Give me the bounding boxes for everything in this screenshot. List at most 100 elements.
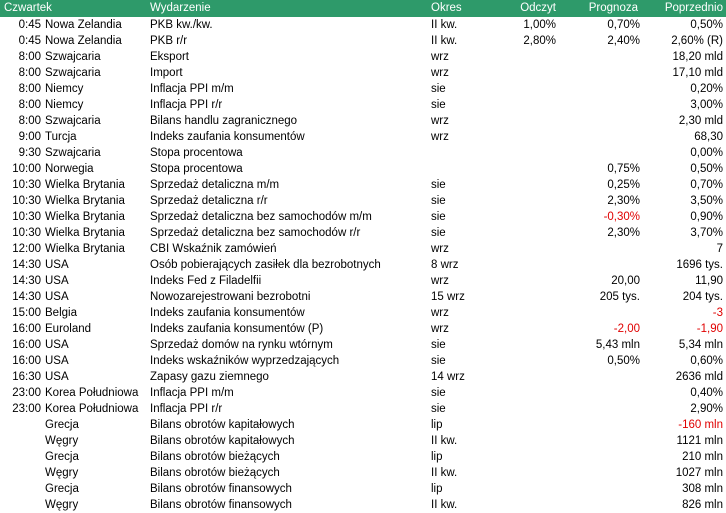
cell-country: USA bbox=[45, 339, 69, 351]
cell-event: Sprzedaż detaliczna bez samochodów r/r bbox=[150, 227, 361, 239]
table-row: 9:30 Szwajcaria Stopa procentowa 0,00% bbox=[0, 145, 726, 161]
cell-country: Belgia bbox=[45, 307, 77, 319]
cell-forecast: 2,40% bbox=[607, 35, 640, 47]
table-row: 0:45 Nowa Zelandia PKB r/r II kw. 2,80% 2,40%… bbox=[0, 33, 726, 49]
cell-event: Nowozarejestrowani bezrobotni bbox=[150, 291, 311, 303]
cell-event: Bilans obrotów finansowych bbox=[150, 483, 292, 495]
cell-previous: 0,20% bbox=[690, 83, 723, 95]
cell-event: Indeks zaufania konsumentów bbox=[150, 131, 305, 143]
cell-previous: 1696 tys. bbox=[676, 259, 723, 271]
cell-time: 9:30 bbox=[18, 147, 41, 159]
cell-previous: -160 mln bbox=[678, 419, 723, 431]
cell-period: 14 wrz bbox=[431, 371, 465, 383]
cell-time: 15:00 bbox=[12, 307, 41, 319]
cell-country: Szwajcaria bbox=[45, 67, 101, 79]
table-row: 23:00 Korea Południowa Inflacja PPI m/m sie… bbox=[0, 385, 726, 401]
cell-event: PKB r/r bbox=[150, 35, 188, 47]
cell-actual: 2,80% bbox=[523, 35, 556, 47]
cell-previous: -1,90 bbox=[696, 323, 723, 335]
cell-forecast: 2,30% bbox=[607, 227, 640, 239]
cell-forecast: 2,30% bbox=[607, 195, 640, 207]
cell-period: sie bbox=[431, 99, 446, 111]
cell-time: 10:30 bbox=[12, 211, 41, 223]
header-event: Wydarzenie bbox=[150, 2, 211, 14]
cell-country: Niemcy bbox=[45, 99, 84, 111]
cell-forecast: 205 tys. bbox=[599, 291, 640, 303]
cell-event: Eksport bbox=[150, 51, 189, 63]
cell-event: Bilans handlu zagranicznego bbox=[150, 115, 298, 127]
table-row: 16:00 USA Sprzedaż domów na rynku wtórnym s… bbox=[0, 337, 726, 353]
cell-event: PKB kw./kw. bbox=[150, 19, 213, 31]
table-row: 12:00 Wielka Brytania CBI Wskaźnik zamówie… bbox=[0, 241, 726, 257]
cell-event: Inflacja PPI r/r bbox=[150, 403, 223, 415]
cell-previous: 2636 mld bbox=[675, 371, 723, 383]
cell-country: Wielka Brytania bbox=[45, 243, 125, 255]
cell-previous: 3,00% bbox=[690, 99, 723, 111]
cell-previous: 2,90% bbox=[690, 403, 723, 415]
cell-period: wrz bbox=[431, 307, 449, 319]
cell-period: wrz bbox=[431, 131, 449, 143]
cell-forecast: -2,00 bbox=[613, 323, 640, 335]
cell-event: Sprzedaż detaliczna m/m bbox=[150, 179, 280, 191]
table-row: 10:30 Wielka Brytania Sprzedaż detaliczna … bbox=[0, 193, 726, 209]
table-row: Węgry Bilans obrotów kapitałowych II kw. 11… bbox=[0, 433, 726, 449]
cell-actual: 1,00% bbox=[523, 19, 556, 31]
cell-time: 8:00 bbox=[18, 99, 41, 111]
cell-previous: 18,20 mld bbox=[672, 51, 723, 63]
cell-previous: 1121 mln bbox=[676, 435, 723, 447]
table-body: 0:45 Nowa Zelandia PKB kw./kw. II kw. 1,00% 0… bbox=[0, 17, 726, 513]
table-row: 8:00 Szwajcaria Eksport wrz 18,20 mld bbox=[0, 49, 726, 65]
cell-event: Stopa procentowa bbox=[150, 147, 243, 159]
cell-period: 15 wrz bbox=[431, 291, 465, 303]
cell-period: sie bbox=[431, 387, 446, 399]
cell-previous: 210 mln bbox=[682, 451, 723, 463]
cell-time: 12:00 bbox=[12, 243, 41, 255]
cell-period: wrz bbox=[431, 323, 449, 335]
cell-previous: 0,50% bbox=[690, 163, 723, 175]
table-row: 10:30 Wielka Brytania Sprzedaż detaliczna … bbox=[0, 225, 726, 241]
cell-time: 0:45 bbox=[18, 35, 41, 47]
table-row: 0:45 Nowa Zelandia PKB kw./kw. II kw. 1,00% 0… bbox=[0, 17, 726, 33]
cell-country: Wielka Brytania bbox=[45, 195, 125, 207]
cell-country: Szwajcaria bbox=[45, 51, 101, 63]
cell-period: wrz bbox=[431, 275, 449, 287]
cell-country: Szwajcaria bbox=[45, 115, 101, 127]
cell-forecast: 5,43 mln bbox=[595, 339, 640, 351]
cell-event: Import bbox=[150, 67, 183, 79]
table-row: 16:00 Euroland Indeks zaufania konsumentów… bbox=[0, 321, 726, 337]
table-row: Grecja Bilans obrotów bieżących lip 210 mln bbox=[0, 449, 726, 465]
table-row: 9:00 Turcja Indeks zaufania konsumentów wrz… bbox=[0, 129, 726, 145]
cell-event: Inflacja PPI r/r bbox=[150, 99, 223, 111]
cell-event: Sprzedaż detaliczna r/r bbox=[150, 195, 268, 207]
cell-period: sie bbox=[431, 339, 446, 351]
cell-time: 9:00 bbox=[18, 131, 41, 143]
table-row: 8:00 Szwajcaria Bilans handlu zagraniczneg… bbox=[0, 113, 726, 129]
cell-period: wrz bbox=[431, 67, 449, 79]
cell-time: 10:00 bbox=[12, 163, 41, 175]
cell-country: Węgry bbox=[45, 499, 79, 511]
cell-previous: 0,40% bbox=[690, 387, 723, 399]
table-row: 10:30 Wielka Brytania Sprzedaż detaliczna … bbox=[0, 209, 726, 225]
cell-country: Korea Południowa bbox=[45, 403, 139, 415]
cell-country: Nowa Zelandia bbox=[45, 35, 122, 47]
cell-country: Niemcy bbox=[45, 83, 84, 95]
cell-previous: 11,90 bbox=[695, 275, 723, 287]
cell-time: 14:30 bbox=[12, 259, 41, 271]
cell-previous: 2,60% (R) bbox=[671, 35, 723, 47]
cell-time: 10:30 bbox=[12, 179, 41, 191]
cell-country: Grecja bbox=[45, 483, 79, 495]
cell-event: Indeks zaufania konsumentów bbox=[150, 307, 305, 319]
cell-country: Grecja bbox=[45, 419, 79, 431]
cell-country: Turcja bbox=[45, 131, 77, 143]
table-row: 14:30 USA Osób pobierających zasiłek dla b… bbox=[0, 257, 726, 273]
cell-event: Bilans obrotów kapitałowych bbox=[150, 419, 295, 431]
cell-previous: 3,70% bbox=[690, 227, 723, 239]
cell-forecast: 0,70% bbox=[607, 19, 640, 31]
table-row: 8:00 Niemcy Inflacja PPI m/m sie 0,20% bbox=[0, 81, 726, 97]
cell-time: 23:00 bbox=[12, 387, 41, 399]
table-row: Grecja Bilans obrotów finansowych lip 308 m… bbox=[0, 481, 726, 497]
table-row: 16:00 USA Indeks wskaźników wyprzedzającyc… bbox=[0, 353, 726, 369]
cell-country: Euroland bbox=[45, 323, 92, 335]
cell-previous: -3 bbox=[712, 307, 723, 319]
cell-period: sie bbox=[431, 83, 446, 95]
